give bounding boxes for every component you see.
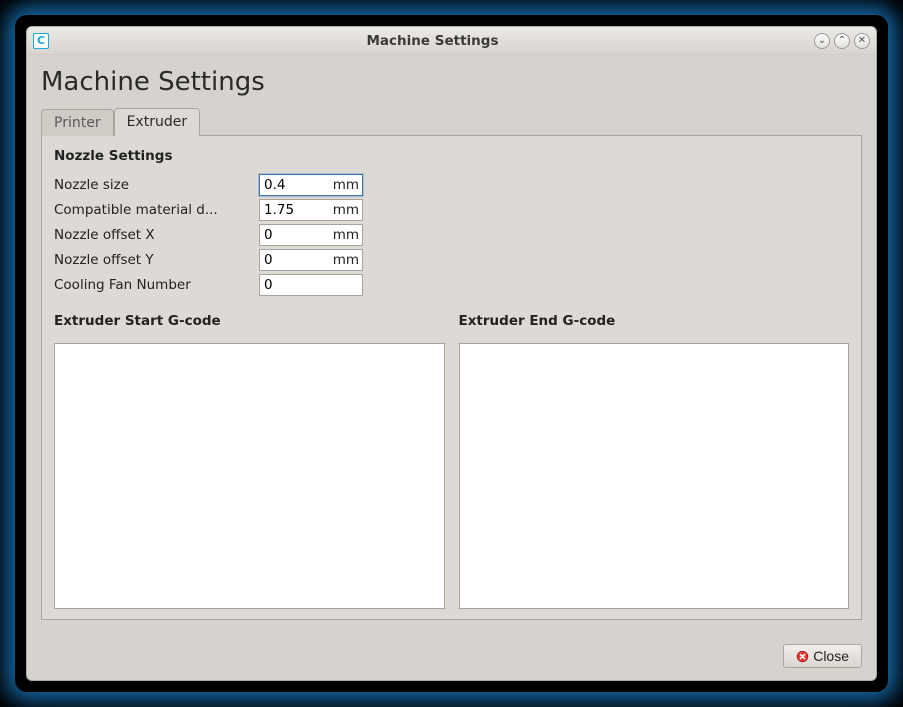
label-nozzle-size: Nozzle size <box>54 177 259 193</box>
label-cooling-fan-number: Cooling Fan Number <box>54 277 259 293</box>
tab-body-extruder: Nozzle Settings Nozzle size mm Compatibl… <box>41 135 862 620</box>
label-nozzle-offset-y: Nozzle offset Y <box>54 252 259 268</box>
page-title: Machine Settings <box>41 67 862 97</box>
titlebar: C Machine Settings ⌄ ⌃ ✕ <box>27 27 876 55</box>
section-title-nozzle: Nozzle Settings <box>54 148 849 164</box>
maximize-button[interactable]: ⌃ <box>834 33 850 49</box>
label-extruder-start-gcode: Extruder Start G-code <box>54 313 445 329</box>
machine-settings-window: C Machine Settings ⌄ ⌃ ✕ Machine Setting… <box>26 26 877 681</box>
textarea-extruder-end-gcode[interactable] <box>459 343 850 609</box>
row-nozzle-size: Nozzle size mm <box>54 172 849 197</box>
tab-printer[interactable]: Printer <box>41 109 114 136</box>
input-material-diameter[interactable] <box>259 199 363 221</box>
label-extruder-end-gcode: Extruder End G-code <box>459 313 850 329</box>
minimize-button[interactable]: ⌄ <box>814 33 830 49</box>
row-cooling-fan-number: Cooling Fan Number <box>54 272 849 297</box>
label-material-diameter: Compatible material d... <box>54 202 259 218</box>
extruder-start-gcode-panel: Extruder Start G-code <box>54 311 445 609</box>
row-nozzle-offset-x: Nozzle offset X mm <box>54 222 849 247</box>
tab-extruder[interactable]: Extruder <box>114 108 201 136</box>
textarea-extruder-start-gcode[interactable] <box>54 343 445 609</box>
label-nozzle-offset-x: Nozzle offset X <box>54 227 259 243</box>
input-nozzle-offset-x[interactable] <box>259 224 363 246</box>
app-icon: C <box>33 33 49 49</box>
close-button[interactable]: Close <box>783 644 862 668</box>
dialog-footer: Close <box>27 634 876 680</box>
extruder-end-gcode-panel: Extruder End G-code <box>459 311 850 609</box>
input-nozzle-size[interactable] <box>259 174 363 196</box>
close-window-button[interactable]: ✕ <box>854 33 870 49</box>
input-cooling-fan-number[interactable] <box>259 274 363 296</box>
input-nozzle-offset-y[interactable] <box>259 249 363 271</box>
close-icon <box>796 650 809 663</box>
row-material-diameter: Compatible material d... mm <box>54 197 849 222</box>
window-title: Machine Settings <box>55 33 810 49</box>
row-nozzle-offset-y: Nozzle offset Y mm <box>54 247 849 272</box>
tabbar: Printer Extruder <box>41 107 862 135</box>
close-button-label: Close <box>813 648 849 664</box>
